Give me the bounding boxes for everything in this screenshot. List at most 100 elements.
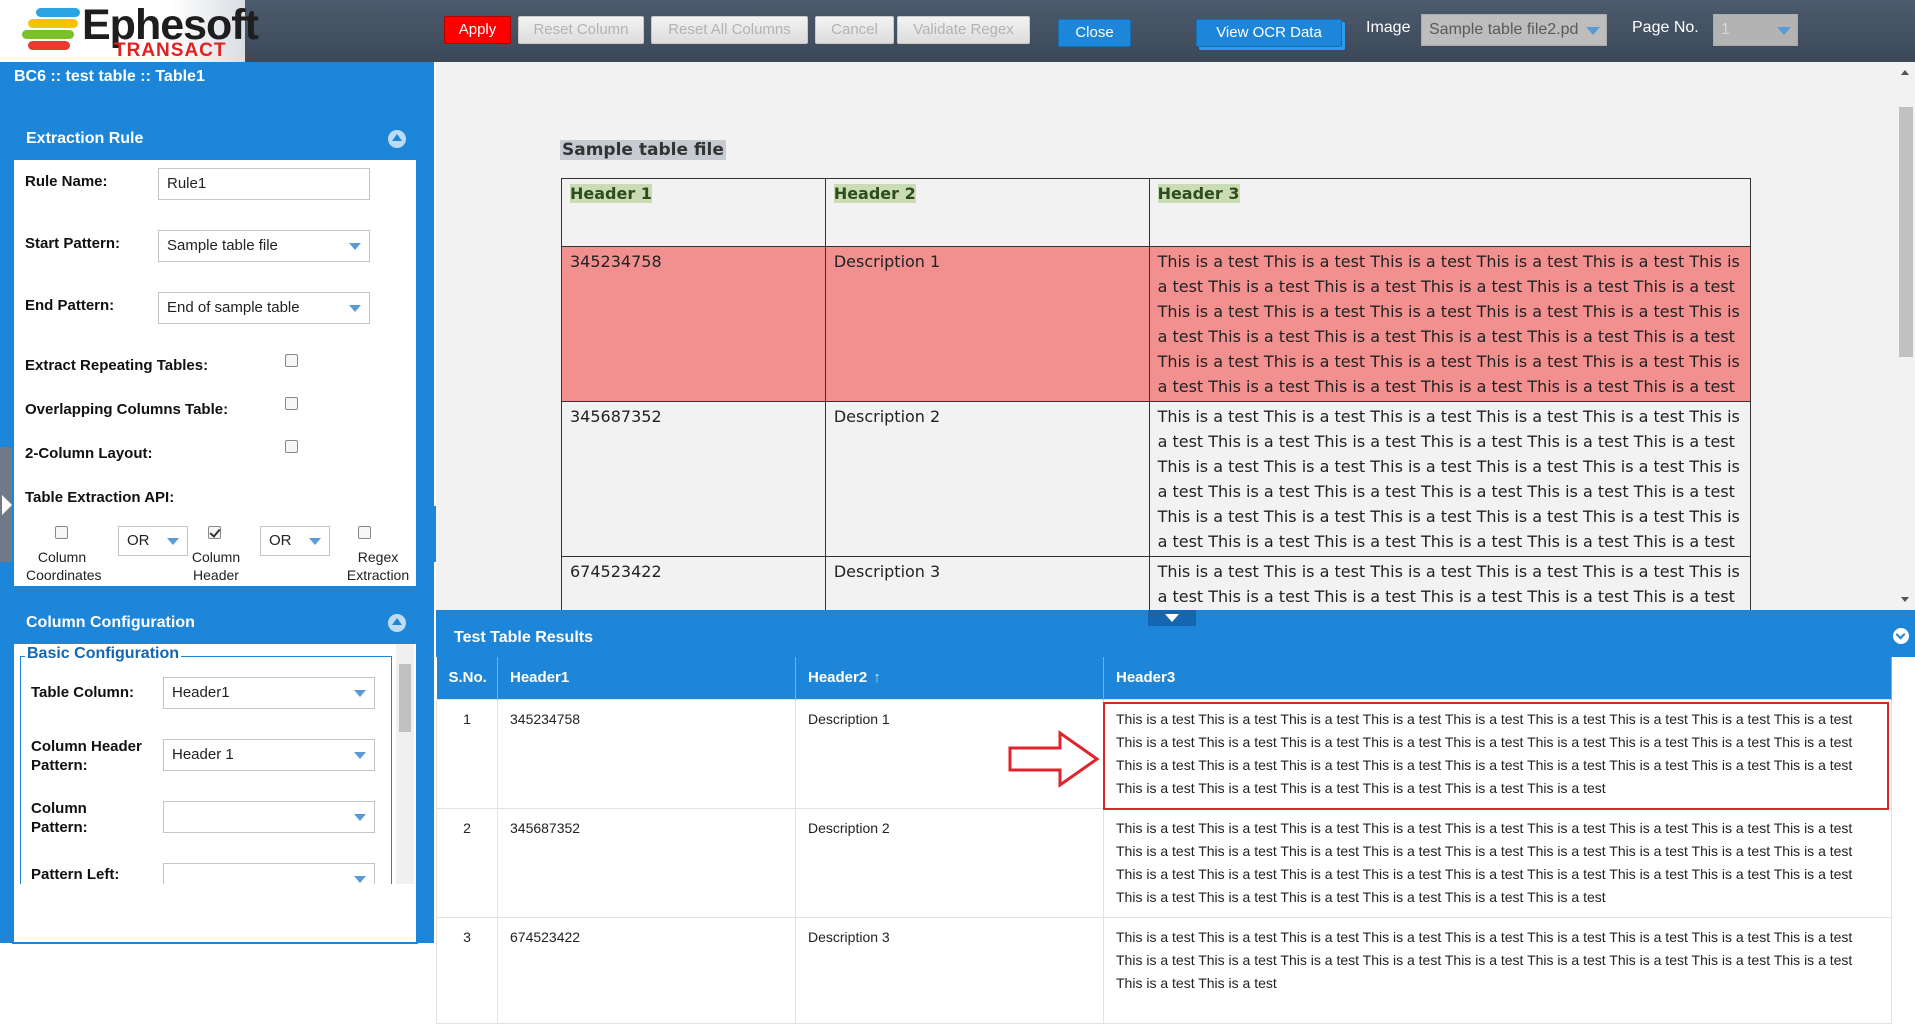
column-pattern-select[interactable] <box>163 801 375 833</box>
caption-line: Header <box>193 567 239 583</box>
view-ocr-data-button[interactable]: View OCR Data <box>1196 19 1342 47</box>
regex-extraction-checkbox[interactable] <box>358 526 371 539</box>
two-column-layout-checkbox[interactable] <box>285 440 298 453</box>
column-coordinates-caption: Column Coordinates <box>26 548 102 584</box>
chevron-down-icon <box>349 243 361 250</box>
scrollbar-thumb[interactable] <box>399 664 411 732</box>
caption-line: Column <box>191 549 241 565</box>
callout-arrow-icon <box>1008 730 1100 788</box>
document-row: 345687352 Description 2 This is a test T… <box>561 401 1752 557</box>
table-row[interactable]: 2 345687352 Description 2 This is a test… <box>436 807 1892 918</box>
table-column-select[interactable]: Header1 <box>163 677 375 709</box>
scroll-up-icon[interactable] <box>1901 70 1909 75</box>
collapse-icon[interactable] <box>388 614 406 632</box>
column-configuration-title: Column Configuration <box>26 614 195 631</box>
api-operator-select-2[interactable]: OR <box>260 526 330 556</box>
document-cell: Description 3 <box>824 556 1150 610</box>
close-button[interactable]: Close <box>1058 19 1131 47</box>
collapse-results-handle[interactable] <box>1148 610 1196 626</box>
column-header-header3[interactable]: Header3 <box>1103 657 1892 699</box>
header-text: Header 3 <box>1157 184 1240 203</box>
collapse-icon[interactable] <box>388 130 406 148</box>
cell-header1: 345234758 <box>497 698 796 809</box>
overlapping-columns-checkbox[interactable] <box>285 397 298 410</box>
cell-sno: 1 <box>436 698 498 809</box>
page-no-select[interactable]: 1 <box>1713 14 1798 46</box>
basic-configuration-legend: Basic Configuration <box>25 645 182 663</box>
document-title: Sample table file <box>560 140 726 160</box>
header-text: Header 2 <box>833 184 916 203</box>
page-no-label: Page No. <box>1632 19 1699 36</box>
cell-sno: 2 <box>436 807 498 918</box>
document-cell: This is a test This is a test This is a … <box>1148 401 1752 557</box>
document-page: Sample table file Header 1 Header 2 Head… <box>436 62 1896 610</box>
end-pattern-select[interactable]: End of sample table <box>158 292 370 324</box>
validate-regex-button[interactable]: Validate Regex <box>897 16 1030 44</box>
reset-column-button[interactable]: Reset Column <box>518 16 644 44</box>
scroll-down-icon[interactable] <box>1901 597 1909 602</box>
viewer-scrollbar[interactable] <box>1896 62 1915 610</box>
document-cell: 674523422 <box>561 556 826 610</box>
extraction-rule-panel: Extraction Rule Rule Name: Rule1 Start P… <box>12 116 418 588</box>
chevron-down-icon <box>354 690 366 697</box>
pattern-left-label: Pattern Left: <box>31 866 120 883</box>
image-select[interactable]: Sample table file2.pd <box>1421 14 1607 46</box>
left-panel: BC6 :: test table :: Table1 Extraction R… <box>0 62 434 944</box>
double-chevron-down-icon[interactable] <box>1893 628 1909 644</box>
document-row: 345234758 Description 1 This is a test T… <box>561 246 1752 402</box>
breadcrumb: BC6 :: test table :: Table1 <box>14 68 205 85</box>
table-extraction-api-label: Table Extraction API: <box>25 489 175 506</box>
header-text: Header 1 <box>570 184 652 203</box>
document-header-cell: Header 3 <box>1148 178 1752 247</box>
sort-ascending-icon[interactable]: ↑ <box>873 669 881 686</box>
extraction-rule-header[interactable]: Extraction Rule <box>14 118 416 160</box>
header-text: Header2 <box>808 669 868 687</box>
cell-sno: 3 <box>436 916 498 1024</box>
regex-extraction-caption: Regex Extraction <box>338 548 418 584</box>
extract-repeating-checkbox[interactable] <box>285 354 298 367</box>
chevron-down-icon <box>1165 614 1179 622</box>
column-header-pattern-value: Header 1 <box>172 746 234 763</box>
column-config-scroll-area: Basic Configuration Table Column: Header… <box>14 644 416 884</box>
column-config-scrollbar[interactable] <box>396 644 414 884</box>
column-coordinates-checkbox[interactable] <box>55 526 68 539</box>
start-pattern-value: Sample table file <box>167 237 278 254</box>
basic-configuration-group: Basic Configuration Table Column: Header… <box>20 645 392 884</box>
two-column-layout-label: 2-Column Layout: <box>25 445 153 462</box>
column-configuration-panel: Column Configuration Basic Configuration… <box>12 600 418 944</box>
api-operator-select-1[interactable]: OR <box>118 526 188 556</box>
column-header-pattern-select[interactable]: Header 1 <box>163 739 375 771</box>
rule-name-label: Rule Name: <box>25 173 108 190</box>
caption-line: Regex <box>357 549 399 565</box>
document-row: 674523422 Description 3 This is a test T… <box>561 556 1752 610</box>
cell-header3: This is a test This is a test This is a … <box>1103 916 1892 1024</box>
image-select-value: Sample table file2.pd <box>1429 21 1579 38</box>
caption-line: Column <box>37 549 87 565</box>
chevron-down-icon <box>349 305 361 312</box>
reset-all-columns-button[interactable]: Reset All Columns <box>651 16 808 44</box>
scrollbar-thumb[interactable] <box>1899 107 1913 357</box>
table-row[interactable]: 3 674523422 Description 3 This is a test… <box>436 916 1892 1024</box>
document-cell: This is a test This is a test This is a … <box>1148 556 1752 610</box>
pattern-left-select[interactable] <box>163 863 375 884</box>
table-column-value: Header1 <box>172 684 230 701</box>
column-header-checkbox[interactable] <box>208 526 221 539</box>
caption-line: Extraction <box>346 567 410 583</box>
chevron-down-icon <box>1777 27 1791 35</box>
apply-button[interactable]: Apply <box>444 16 511 44</box>
logo-stripes-icon <box>22 6 82 56</box>
document-cell: This is a test This is a test This is a … <box>1148 246 1752 402</box>
ephesoft-logo: Ephesoft TRANSACT <box>0 0 259 62</box>
results-header-row: S.No. Header1 Header2 ↑ Header3 <box>436 657 1892 699</box>
rule-name-input[interactable]: Rule1 <box>158 168 370 200</box>
column-header-sno[interactable]: S.No. <box>436 657 498 699</box>
column-pattern-label: Column Pattern: <box>31 799 88 837</box>
cancel-button[interactable]: Cancel <box>815 16 894 44</box>
column-header-header2[interactable]: Header2 ↑ <box>795 657 1104 699</box>
powered-by-footer: Powered by Ephesoft <box>145 925 289 942</box>
logo-subtitle: TRANSACT <box>114 40 227 61</box>
column-configuration-header[interactable]: Column Configuration <box>14 602 416 644</box>
overlapping-columns-label: Overlapping Columns Table: <box>25 401 229 418</box>
column-header-header1[interactable]: Header1 <box>497 657 796 699</box>
start-pattern-select[interactable]: Sample table file <box>158 230 370 262</box>
